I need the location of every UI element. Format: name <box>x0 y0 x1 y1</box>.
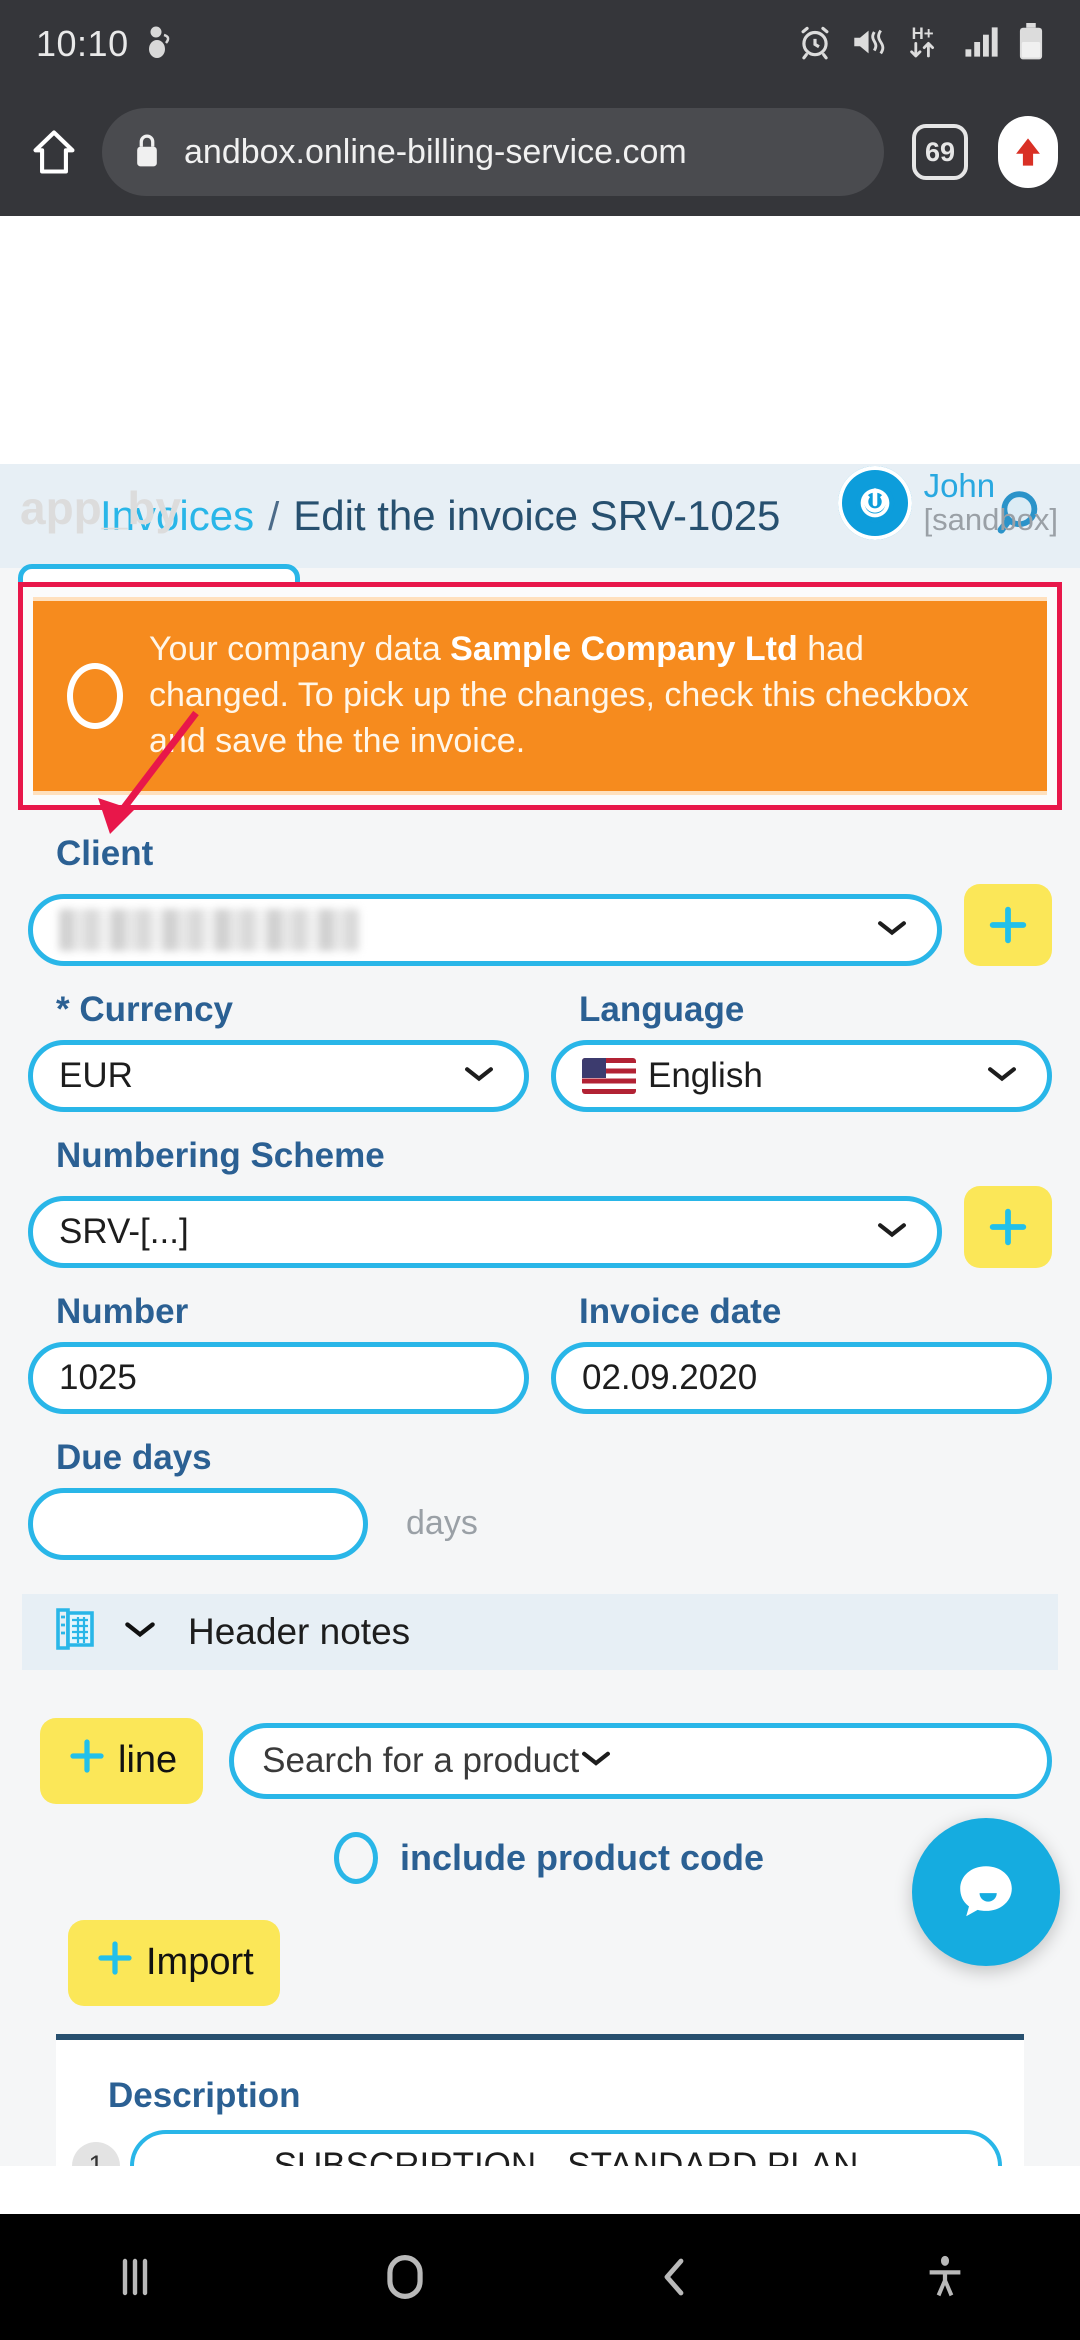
description-value: SUBSCRIPTION - STANDARD PLAN <box>273 2145 859 2166</box>
home-icon[interactable] <box>22 120 86 184</box>
due-days-input[interactable] <box>28 1487 368 1560</box>
numbering-scheme-value: SRV-[...] <box>59 1211 189 1251</box>
lock-icon <box>132 132 162 173</box>
header-notes-label: Header notes <box>188 1610 411 1652</box>
us-flag-icon <box>582 1057 636 1094</box>
status-clock: 10:10 <box>36 23 129 64</box>
due-days-suffix: days <box>406 1504 478 1543</box>
phone-screen: 10:10 H+ andbox.online-billing-service.c… <box>0 0 1080 2340</box>
language-value: English <box>648 1055 763 1095</box>
number-value: 1025 <box>59 1357 137 1397</box>
app-header <box>0 216 1080 464</box>
chevron-down-icon <box>875 916 909 943</box>
url-text: andbox.online-billing-service.com <box>184 132 687 171</box>
web-page: app_by Online-billing- service .com John… <box>0 216 1080 2166</box>
back-chevron-icon[interactable] <box>615 2217 735 2337</box>
chat-bubble-icon[interactable] <box>912 1818 1060 1966</box>
status-bar: 10:10 H+ <box>0 0 1080 88</box>
user-name: John <box>923 467 996 505</box>
app-by-logo: app_by <box>18 478 188 549</box>
add-client-button[interactable] <box>964 883 1052 966</box>
power-icon[interactable] <box>837 466 912 540</box>
company-changed-alert[interactable]: Your company data Sample Company Ltd had… <box>33 597 1047 795</box>
invoice-date-label: Invoice date <box>579 1291 782 1331</box>
recents-icon[interactable] <box>75 2217 195 2337</box>
currency-select[interactable]: EUR <box>28 1039 529 1112</box>
chevron-down-icon <box>579 1747 613 1774</box>
numbering-scheme-label: Numbering Scheme <box>56 1135 385 1175</box>
home-circle-icon[interactable] <box>345 2217 465 2337</box>
language-select[interactable]: English <box>551 1039 1052 1112</box>
client-value-redacted <box>59 908 359 951</box>
page-title: Edit the invoice SRV-1025 <box>293 492 781 539</box>
import-label: Import <box>146 1941 254 1984</box>
number-label: Number <box>56 1291 189 1331</box>
include-product-code-checkbox[interactable] <box>334 1831 378 1884</box>
chevron-down-icon[interactable] <box>122 1617 158 1646</box>
product-search-placeholder: Search for a product <box>262 1740 580 1780</box>
invoice-line-item: Description 1 SUBSCRIPTION - STANDARD PL… <box>56 2033 1024 2166</box>
tab-count-button[interactable]: 69 <box>912 124 968 180</box>
android-nav-bar <box>0 2214 1080 2340</box>
up-arrow-icon[interactable] <box>998 116 1058 188</box>
add-line-button[interactable]: line <box>40 1717 204 1804</box>
company-changed-alert-highlight: Your company data Sample Company Ltd had… <box>18 582 1062 810</box>
plus-icon <box>94 1937 136 1989</box>
line-row-number: 1 <box>72 2141 120 2166</box>
signal-icon <box>964 25 1002 64</box>
client-label: Client <box>56 833 154 873</box>
user-menu[interactable]: John [sandbox] <box>837 466 1058 540</box>
hplus-data-icon: H+ <box>906 22 948 67</box>
alert-message: Your company data Sample Company Ltd had… <box>149 627 1013 765</box>
svg-text:app_by: app_by <box>20 482 181 534</box>
alert-text-before: Your company data <box>149 630 451 668</box>
currency-label: * Currency <box>56 989 234 1029</box>
description-label: Description <box>108 2075 301 2115</box>
line-toolbar: line Search for a product <box>0 1670 1080 1804</box>
description-input[interactable]: SUBSCRIPTION - STANDARD PLAN <box>130 2129 1002 2166</box>
alert-company-name: Sample Company Ltd <box>450 630 798 668</box>
browser-toolbar: andbox.online-billing-service.com 69 <box>0 88 1080 216</box>
header-notes-section[interactable]: Header notes <box>22 1593 1058 1670</box>
status-bar-left: 10:10 <box>36 23 171 65</box>
add-line-label: line <box>118 1739 178 1782</box>
mute-vibrate-icon <box>850 24 890 65</box>
product-search-select[interactable]: Search for a product <box>229 1722 1052 1799</box>
accessibility-icon[interactable] <box>885 2217 1005 2337</box>
breadcrumb-separator: / <box>268 495 280 539</box>
currency-value: EUR <box>59 1055 133 1095</box>
language-label: Language <box>579 989 745 1029</box>
include-product-code-label: include product code <box>400 1836 765 1878</box>
plus-icon <box>66 1735 108 1787</box>
notebook-icon <box>50 1603 102 1660</box>
number-input[interactable]: 1025 <box>28 1341 529 1414</box>
invoice-form: Client * Currency EUR Language English N… <box>0 834 1080 1560</box>
numbering-scheme-select[interactable]: SRV-[...] <box>28 1195 942 1268</box>
svg-text:H+: H+ <box>912 24 934 43</box>
status-bar-right: H+ <box>796 22 1044 67</box>
url-bar[interactable]: andbox.online-billing-service.com <box>102 108 884 196</box>
user-environment: [sandbox] <box>923 502 1058 538</box>
snowman-icon <box>145 25 171 64</box>
battery-icon <box>1018 22 1044 66</box>
import-button[interactable]: Import <box>68 1919 280 2006</box>
chevron-down-icon <box>985 1062 1019 1089</box>
due-days-label: Due days <box>56 1437 212 1477</box>
invoice-date-value: 02.09.2020 <box>582 1357 758 1397</box>
client-select[interactable] <box>28 893 942 966</box>
chevron-down-icon <box>875 1218 909 1245</box>
add-numbering-scheme-button[interactable] <box>964 1185 1052 1268</box>
alarm-icon <box>796 23 834 66</box>
pickup-changes-checkbox[interactable] <box>67 662 123 729</box>
invoice-date-input[interactable]: 02.09.2020 <box>551 1341 1052 1414</box>
chevron-down-icon <box>462 1062 496 1089</box>
